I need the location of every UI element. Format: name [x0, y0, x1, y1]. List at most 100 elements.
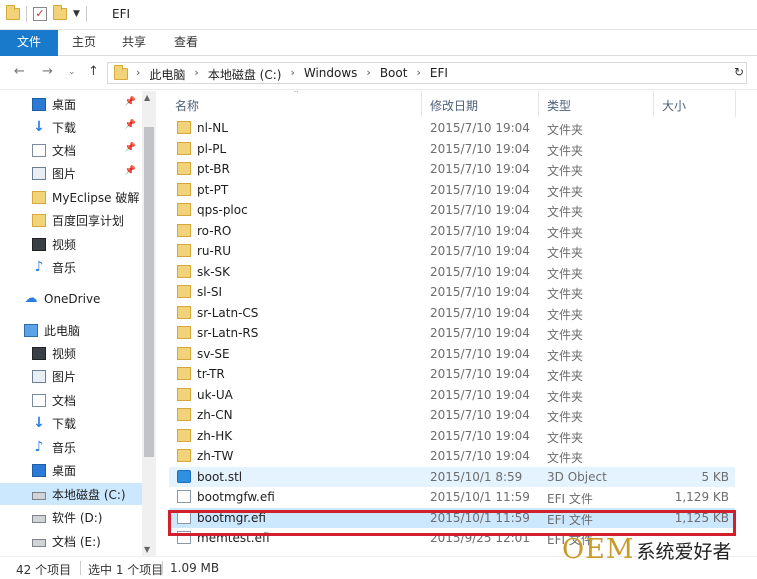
file-type: 文件夹 [547, 184, 584, 199]
file-row[interactable]: sr-Latn-RS 2015/7/10 19:04 文件夹 [169, 323, 735, 343]
breadcrumb-this-pc[interactable]: 此电脑 [149, 66, 185, 83]
file-date-modified: 2015/7/10 19:04 [430, 121, 530, 135]
file-row[interactable]: zh-HK 2015/7/10 19:04 文件夹 [169, 426, 735, 446]
drive-icon [32, 491, 46, 500]
sidebar-item[interactable]: ♪ 音乐 [0, 436, 142, 458]
file-row[interactable]: sr-Latn-CS 2015/7/10 19:04 文件夹 [169, 303, 735, 323]
file-type: 文件夹 [547, 246, 584, 260]
file-row[interactable]: sk-SK 2015/7/10 19:04 文件夹 [169, 262, 735, 282]
sidebar-item[interactable]: ↓ 下载 📌 [0, 116, 142, 138]
sidebar-item[interactable]: 视频 [0, 342, 142, 364]
sidebar-scrollbar[interactable]: ▲ ▼ [142, 91, 156, 556]
forward-arrow-icon[interactable]: → [42, 64, 53, 79]
file-row[interactable]: ru-RU 2015/7/10 19:04 文件夹 [169, 241, 735, 261]
sidebar-item-label: 本地磁盘 (C:) [52, 487, 126, 502]
customize-toolbar-dropdown-icon[interactable]: ▼ [73, 9, 80, 19]
3d-object-file-icon [177, 469, 191, 483]
folder-icon [177, 264, 191, 278]
breadcrumb-local-disk[interactable]: 本地磁盘 (C:) [208, 66, 282, 83]
sidebar-item[interactable]: 图片 [0, 365, 142, 387]
new-folder-icon[interactable] [53, 5, 67, 20]
file-row[interactable]: nl-NL 2015/7/10 19:04 文件夹 [169, 118, 735, 138]
sidebar-item[interactable]: 图片 📌 [0, 162, 142, 184]
column-divider[interactable] [735, 91, 736, 117]
file-row[interactable]: ro-RO 2015/7/10 19:04 文件夹 [169, 221, 735, 241]
file-row[interactable]: sl-SI 2015/7/10 19:04 文件夹 [169, 282, 735, 302]
chevron-right-icon[interactable]: › [290, 66, 294, 83]
file-row[interactable]: sv-SE 2015/7/10 19:04 文件夹 [169, 344, 735, 364]
file-row[interactable]: pt-PT 2015/7/10 19:04 文件夹 [169, 180, 735, 200]
file-name: sl-SI [197, 285, 223, 299]
video-icon [32, 237, 46, 251]
file-row[interactable]: boot.stl 2015/10/1 8:59 3D Object 5 KB [169, 466, 735, 487]
scroll-down-icon[interactable]: ▼ [144, 545, 150, 554]
watermark: OEM 系统爱好者 [562, 534, 732, 565]
sidebar-item[interactable]: 桌面 📌 [0, 93, 142, 115]
up-arrow-icon[interactable]: ↑ [88, 64, 99, 79]
refresh-icon[interactable]: ↻ [734, 65, 744, 79]
sidebar-item[interactable]: 文档 📌 [0, 139, 142, 161]
tab-share[interactable]: 共享 [112, 30, 156, 56]
pin-icon[interactable]: 📌 [125, 143, 136, 153]
column-divider[interactable] [421, 91, 422, 117]
pin-icon[interactable]: 📌 [125, 120, 136, 130]
sidebar-item[interactable]: 百度回享计划 [0, 209, 142, 231]
scroll-up-icon[interactable]: ▲ [144, 93, 150, 102]
file-row[interactable]: qps-ploc 2015/7/10 19:04 文件夹 [169, 200, 735, 220]
chevron-right-icon[interactable]: › [416, 66, 420, 83]
sidebar-item[interactable]: ☁ OneDrive [0, 288, 142, 310]
file-type: 文件夹 [547, 266, 584, 281]
address-bar[interactable]: › 此电脑 › 本地磁盘 (C:) › Windows › Boot › EFI… [107, 62, 747, 84]
sidebar-item[interactable]: ♪ 音乐 [0, 256, 142, 278]
file-name: ru-RU [197, 244, 231, 258]
sidebar-item[interactable]: 文档 (E:) [0, 530, 142, 552]
tab-view[interactable]: 查看 [164, 30, 208, 56]
file-row[interactable]: uk-UA 2015/7/10 19:04 文件夹 [169, 385, 735, 405]
folder-icon[interactable] [6, 5, 20, 20]
column-type[interactable]: 类型 [547, 97, 571, 114]
file-date-modified: 2015/7/10 19:04 [430, 264, 530, 279]
toolbar-divider [85, 6, 87, 22]
tab-home[interactable]: 主页 [62, 30, 106, 56]
file-row[interactable]: pt-BR 2015/7/10 19:04 文件夹 [169, 159, 735, 179]
file-name: sr-Latn-RS [197, 326, 259, 340]
column-divider[interactable] [653, 91, 654, 117]
chevron-right-icon[interactable]: › [366, 66, 370, 83]
sidebar-item[interactable]: 视频 [0, 233, 142, 255]
sidebar-item[interactable]: ↓ 下载 [0, 412, 142, 434]
sidebar-item[interactable]: 桌面 [0, 459, 142, 481]
sidebar-item[interactable]: 本地磁盘 (C:) [0, 483, 142, 505]
pin-icon[interactable]: 📌 [125, 166, 136, 176]
sidebar-item-label: 音乐 [52, 260, 77, 275]
column-date-modified[interactable]: 修改日期 [430, 97, 478, 114]
recent-locations-chevron-icon[interactable]: ⌄ [68, 67, 76, 77]
breadcrumb-windows[interactable]: Windows [304, 66, 358, 83]
folder-icon [114, 65, 128, 80]
file-row[interactable]: tr-TR 2015/7/10 19:04 文件夹 [169, 364, 735, 384]
scrollbar-thumb[interactable] [144, 127, 154, 457]
sidebar-item[interactable]: 此电脑 [0, 319, 142, 341]
file-type: 文件夹 [547, 205, 584, 219]
navigation-bar: ← → ⌄ ↑ › 此电脑 › 本地磁盘 (C:) › Windows › Bo… [0, 56, 757, 90]
back-arrow-icon[interactable]: ← [14, 64, 25, 79]
pin-icon[interactable]: 📌 [125, 97, 136, 107]
column-name[interactable]: 名称 [175, 97, 199, 114]
efi-file-icon [177, 490, 191, 503]
file-row[interactable]: zh-CN 2015/7/10 19:04 文件夹 [169, 405, 735, 425]
chevron-right-icon[interactable]: › [194, 66, 198, 83]
breadcrumb-efi[interactable]: EFI [430, 66, 448, 83]
sidebar-item[interactable]: 文档 [0, 389, 142, 411]
file-row[interactable]: zh-TW 2015/7/10 19:04 文件夹 [169, 446, 735, 466]
column-size[interactable]: 大小 [662, 97, 686, 114]
folder-icon [177, 428, 191, 442]
sidebar-item[interactable]: MyEclipse 破解 [0, 186, 142, 208]
tab-file[interactable]: 文件 [0, 30, 58, 56]
sidebar-item[interactable]: 软件 (D:) [0, 506, 142, 528]
file-row[interactable]: pl-PL 2015/7/10 19:04 文件夹 [169, 139, 735, 159]
file-row[interactable]: bootmgfw.efi 2015/10/1 11:59 EFI 文件 1,129 K… [169, 487, 735, 507]
folder-icon [177, 182, 191, 196]
column-divider[interactable] [538, 91, 539, 117]
breadcrumb-boot[interactable]: Boot [380, 66, 408, 83]
file-date-modified: 2015/7/10 19:04 [430, 346, 530, 361]
properties-icon[interactable]: ✓ [33, 7, 47, 21]
